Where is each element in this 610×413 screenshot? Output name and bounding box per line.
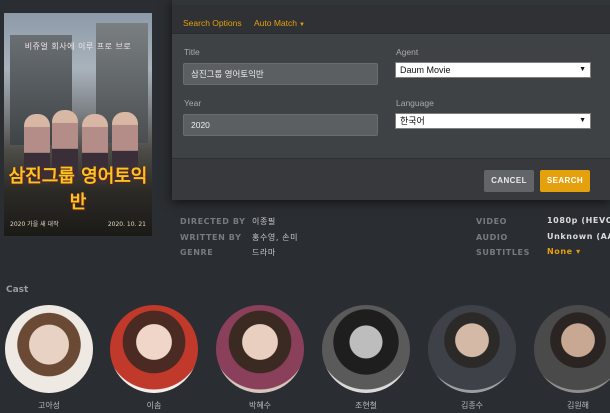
cast-avatar[interactable] bbox=[216, 305, 304, 393]
tab-auto-match[interactable]: Auto Match ▼ bbox=[254, 18, 305, 28]
subtitles-dropdown[interactable]: None ▾ bbox=[547, 247, 581, 256]
written-by-value[interactable]: 홍수영, 손미 bbox=[252, 232, 298, 243]
agent-select[interactable]: Daum Movie ▼ bbox=[395, 62, 591, 78]
dropdown-arrow-icon: ▼ bbox=[579, 66, 586, 73]
dialog-footer: CANCEL SEARCH bbox=[172, 158, 610, 200]
cast-name[interactable]: 박혜수 bbox=[216, 400, 304, 411]
movie-poster[interactable]: 비쥬얼 회사에 이루 프로 브로 삼진그룹 영어토익반 2020 가을 새 대작… bbox=[4, 13, 152, 236]
language-select[interactable]: 한국어 ▼ bbox=[395, 113, 591, 129]
video-label: VIDEO bbox=[476, 217, 508, 226]
cast-avatar[interactable] bbox=[322, 305, 410, 393]
year-label: Year bbox=[184, 98, 202, 108]
cast-name[interactable]: 조현철 bbox=[322, 400, 410, 411]
cast-avatar[interactable] bbox=[110, 305, 198, 393]
cast-name[interactable]: 이솜 bbox=[110, 400, 198, 411]
poster-title: 삼진그룹 영어토익반 bbox=[8, 166, 148, 213]
cancel-button[interactable]: CANCEL bbox=[484, 170, 534, 192]
language-label: Language bbox=[396, 98, 434, 108]
cast-avatar[interactable] bbox=[534, 305, 610, 393]
match-dialog: Search Options Auto Match ▼ Title 삼진그룹 영어… bbox=[172, 0, 610, 200]
written-by-label: WRITTEN BY bbox=[180, 233, 242, 242]
video-value: 1080p (HEVC M bbox=[547, 216, 610, 225]
title-input[interactable]: 삼진그룹 영어토익반 bbox=[183, 63, 378, 85]
language-select-value: 한국어 bbox=[400, 116, 425, 126]
audio-value[interactable]: Unknown (AAC bbox=[547, 232, 610, 241]
cast-name[interactable]: 고아성 bbox=[5, 400, 93, 411]
dialog-tab-bar: Search Options Auto Match ▼ bbox=[172, 0, 610, 34]
genre-label: GENRE bbox=[180, 248, 214, 257]
year-input[interactable]: 2020 bbox=[183, 114, 378, 136]
directed-by-label: DIRECTED BY bbox=[180, 217, 246, 226]
chevron-down-icon: ▼ bbox=[299, 22, 305, 28]
dropdown-arrow-icon: ▼ bbox=[579, 117, 586, 124]
search-button[interactable]: SEARCH bbox=[540, 170, 590, 192]
directed-by-value[interactable]: 이종필 bbox=[252, 216, 276, 227]
audio-label: AUDIO bbox=[476, 233, 508, 242]
genre-value[interactable]: 드라마 bbox=[252, 247, 276, 258]
tab-search-options[interactable]: Search Options bbox=[183, 18, 242, 28]
cast-name[interactable]: 김종수 bbox=[428, 400, 516, 411]
cast-avatar[interactable] bbox=[428, 305, 516, 393]
tab-auto-match-label: Auto Match bbox=[254, 18, 297, 28]
title-label: Title bbox=[184, 47, 200, 57]
poster-tagline: 2020 가을 새 대작 bbox=[10, 221, 59, 228]
subtitles-label: SUBTITLES bbox=[476, 248, 530, 257]
cast-name[interactable]: 김원해 bbox=[534, 400, 610, 411]
cast-heading: Cast bbox=[6, 285, 29, 295]
cast-avatar[interactable] bbox=[5, 305, 93, 393]
agent-select-value: Daum Movie bbox=[400, 65, 451, 75]
poster-date: 2020. 10. 21 bbox=[107, 221, 146, 228]
dialog-top-strip bbox=[172, 0, 610, 5]
poster-headline: 비쥬얼 회사에 이루 프로 브로 bbox=[24, 42, 132, 51]
agent-label: Agent bbox=[396, 47, 419, 57]
